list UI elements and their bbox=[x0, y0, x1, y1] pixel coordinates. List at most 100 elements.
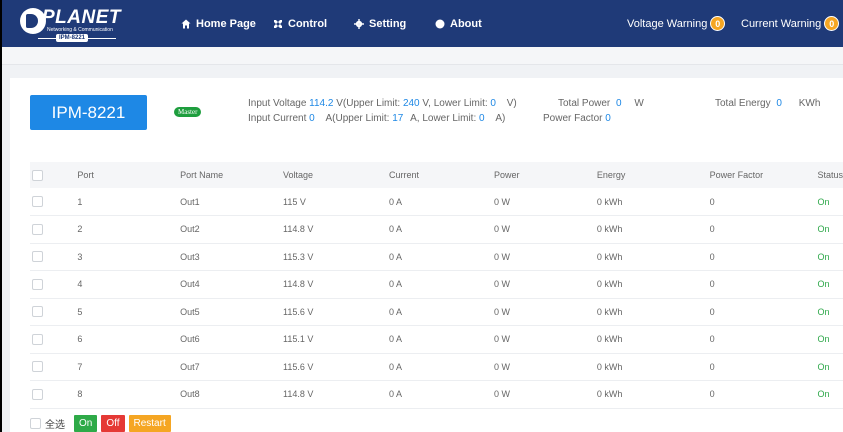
header-voltage: Voltage bbox=[283, 170, 314, 180]
cell-power-factor: 0 bbox=[709, 251, 715, 262]
cell-energy: 0 kWh bbox=[596, 251, 623, 262]
cell-port-name: Out7 bbox=[180, 361, 200, 372]
home-icon bbox=[181, 19, 191, 28]
nav-about[interactable]: About bbox=[435, 0, 482, 47]
cell-port-name: Out2 bbox=[180, 224, 200, 235]
cell-power-factor: 0 bbox=[709, 279, 715, 290]
input-voltage-lower-label: V, Lower Limit: bbox=[422, 98, 488, 109]
row-checkbox[interactable] bbox=[32, 196, 43, 208]
cell-status[interactable]: On bbox=[817, 298, 843, 326]
cell-status[interactable]: On bbox=[817, 353, 843, 381]
table-row[interactable]: 8 Out8 114.8 V 0 A 0 W 0 kWh 0 On bbox=[30, 381, 843, 409]
input-current-lower-label: A, Lower Limit: bbox=[410, 113, 477, 124]
row-checkbox[interactable] bbox=[32, 306, 43, 318]
cell-energy: 0 kWh bbox=[596, 334, 623, 345]
voltage-warning[interactable]: Voltage Warning 0 bbox=[627, 0, 726, 47]
select-all-checkbox-header[interactable] bbox=[32, 169, 43, 181]
row-checkbox[interactable] bbox=[32, 333, 43, 345]
on-button[interactable]: On bbox=[74, 415, 98, 432]
cell-status[interactable]: On bbox=[817, 188, 843, 216]
cell-status[interactable]: On bbox=[817, 216, 843, 244]
cell-port: 1 bbox=[77, 196, 83, 207]
input-current-upper-label: A(Upper Limit: bbox=[325, 113, 390, 124]
table-row[interactable]: 3 Out3 115.3 V 0 A 0 W 0 kWh 0 On bbox=[30, 243, 843, 271]
cell-power: 0 W bbox=[493, 389, 510, 400]
cell-port: 2 bbox=[77, 224, 83, 235]
nav-control[interactable]: Control bbox=[273, 0, 327, 47]
cell-power-factor: 0 bbox=[709, 334, 715, 345]
device-panel: IPM-8221 Master Input Voltage 114.2 V(Up… bbox=[10, 78, 843, 432]
table-row[interactable]: 5 Out5 115.6 V 0 A 0 W 0 kWh 0 On bbox=[30, 298, 843, 326]
total-power-info: Total Power 0 W bbox=[558, 98, 644, 109]
header-port-name: Port Name bbox=[180, 170, 224, 180]
cell-voltage: 114.8 V bbox=[283, 389, 314, 400]
header-energy: Energy bbox=[596, 170, 626, 180]
gear-icon bbox=[354, 18, 364, 29]
cell-current: 0 A bbox=[388, 279, 402, 290]
input-voltage-lower: 0 bbox=[490, 98, 496, 109]
cell-status[interactable]: On bbox=[817, 326, 843, 354]
cell-port: 6 bbox=[77, 334, 83, 345]
row-checkbox[interactable] bbox=[32, 278, 43, 290]
nav-about-label: About bbox=[450, 17, 482, 30]
cell-status[interactable]: On bbox=[817, 271, 843, 299]
input-current-lower: 0 bbox=[479, 113, 485, 124]
cell-voltage: 115.3 V bbox=[283, 251, 314, 262]
table-row[interactable]: 4 Out4 114.8 V 0 A 0 W 0 kWh 0 On bbox=[30, 271, 843, 299]
power-factor-label: Power Factor bbox=[543, 113, 603, 124]
table-row[interactable]: 7 Out7 115.6 V 0 A 0 W 0 kWh 0 On bbox=[30, 353, 843, 381]
nav-setting[interactable]: Setting bbox=[354, 0, 406, 47]
bulk-actions: 全选 On Off Restart bbox=[30, 415, 171, 432]
current-warning-count: 0 bbox=[824, 16, 840, 31]
nav-home[interactable]: Home Page bbox=[181, 0, 256, 47]
cell-port-name: Out4 bbox=[180, 279, 200, 290]
cell-port: 8 bbox=[77, 389, 83, 400]
input-current-end: A) bbox=[495, 113, 506, 124]
input-current-label: Input Current bbox=[248, 113, 307, 124]
header-power: Power bbox=[493, 170, 520, 180]
cell-voltage: 115.6 V bbox=[283, 306, 314, 317]
input-voltage-end: V) bbox=[506, 98, 517, 109]
input-voltage-info: Input Voltage 114.2 V(Upper Limit: 240 V… bbox=[248, 98, 517, 109]
select-all-checkbox[interactable] bbox=[30, 418, 41, 429]
select-all-label: 全选 bbox=[45, 420, 65, 431]
top-header: PLANET Networking & Communication IPM-82… bbox=[0, 0, 843, 47]
cell-energy: 0 kWh bbox=[596, 196, 623, 207]
current-warning[interactable]: Current Warning 0 bbox=[741, 0, 840, 47]
row-checkbox[interactable] bbox=[32, 388, 43, 400]
planet-logo[interactable]: PLANET Networking & Communication IPM-82… bbox=[20, 7, 121, 42]
total-energy-info: Total Energy 0 KWh bbox=[715, 98, 820, 109]
cell-power: 0 W bbox=[493, 334, 510, 345]
cell-port-name: Out6 bbox=[180, 334, 200, 345]
table-row[interactable]: 1 Out1 115 V 0 A 0 W 0 kWh 0 On bbox=[30, 188, 843, 216]
restart-button[interactable]: Restart bbox=[128, 415, 171, 432]
cell-energy: 0 kWh bbox=[596, 306, 623, 317]
row-checkbox[interactable] bbox=[32, 251, 43, 263]
header-port: Port bbox=[77, 170, 94, 180]
total-power-unit: W bbox=[634, 98, 644, 109]
cell-power: 0 W bbox=[493, 279, 510, 290]
cell-status[interactable]: On bbox=[817, 381, 843, 409]
header-current: Current bbox=[388, 170, 419, 180]
table-row[interactable]: 2 Out2 114.8 V 0 A 0 W 0 kWh 0 On bbox=[30, 216, 843, 244]
table-row[interactable]: 6 Out6 115.1 V 0 A 0 W 0 kWh 0 On bbox=[30, 326, 843, 354]
device-select-button[interactable]: IPM-8221 bbox=[30, 95, 147, 130]
input-voltage-value: 114.2 bbox=[309, 98, 334, 109]
logo-model: IPM-8221 bbox=[56, 34, 89, 42]
row-checkbox[interactable] bbox=[32, 223, 43, 235]
cell-current: 0 A bbox=[388, 196, 402, 207]
cell-current: 0 A bbox=[388, 224, 402, 235]
cell-power: 0 W bbox=[493, 361, 510, 372]
logo-text: PLANET bbox=[42, 7, 121, 28]
cell-energy: 0 kWh bbox=[596, 389, 623, 400]
off-button[interactable]: Off bbox=[101, 415, 125, 432]
total-energy-value: 0 bbox=[776, 98, 782, 109]
cell-status[interactable]: On bbox=[817, 243, 843, 271]
cell-port: 3 bbox=[77, 251, 83, 262]
cell-voltage: 115.1 V bbox=[283, 334, 314, 345]
cell-current: 0 A bbox=[388, 251, 402, 262]
total-power-value: 0 bbox=[616, 98, 622, 109]
input-current-value: 0 bbox=[309, 113, 315, 124]
row-checkbox[interactable] bbox=[32, 361, 43, 373]
cell-port-name: Out8 bbox=[180, 389, 200, 400]
